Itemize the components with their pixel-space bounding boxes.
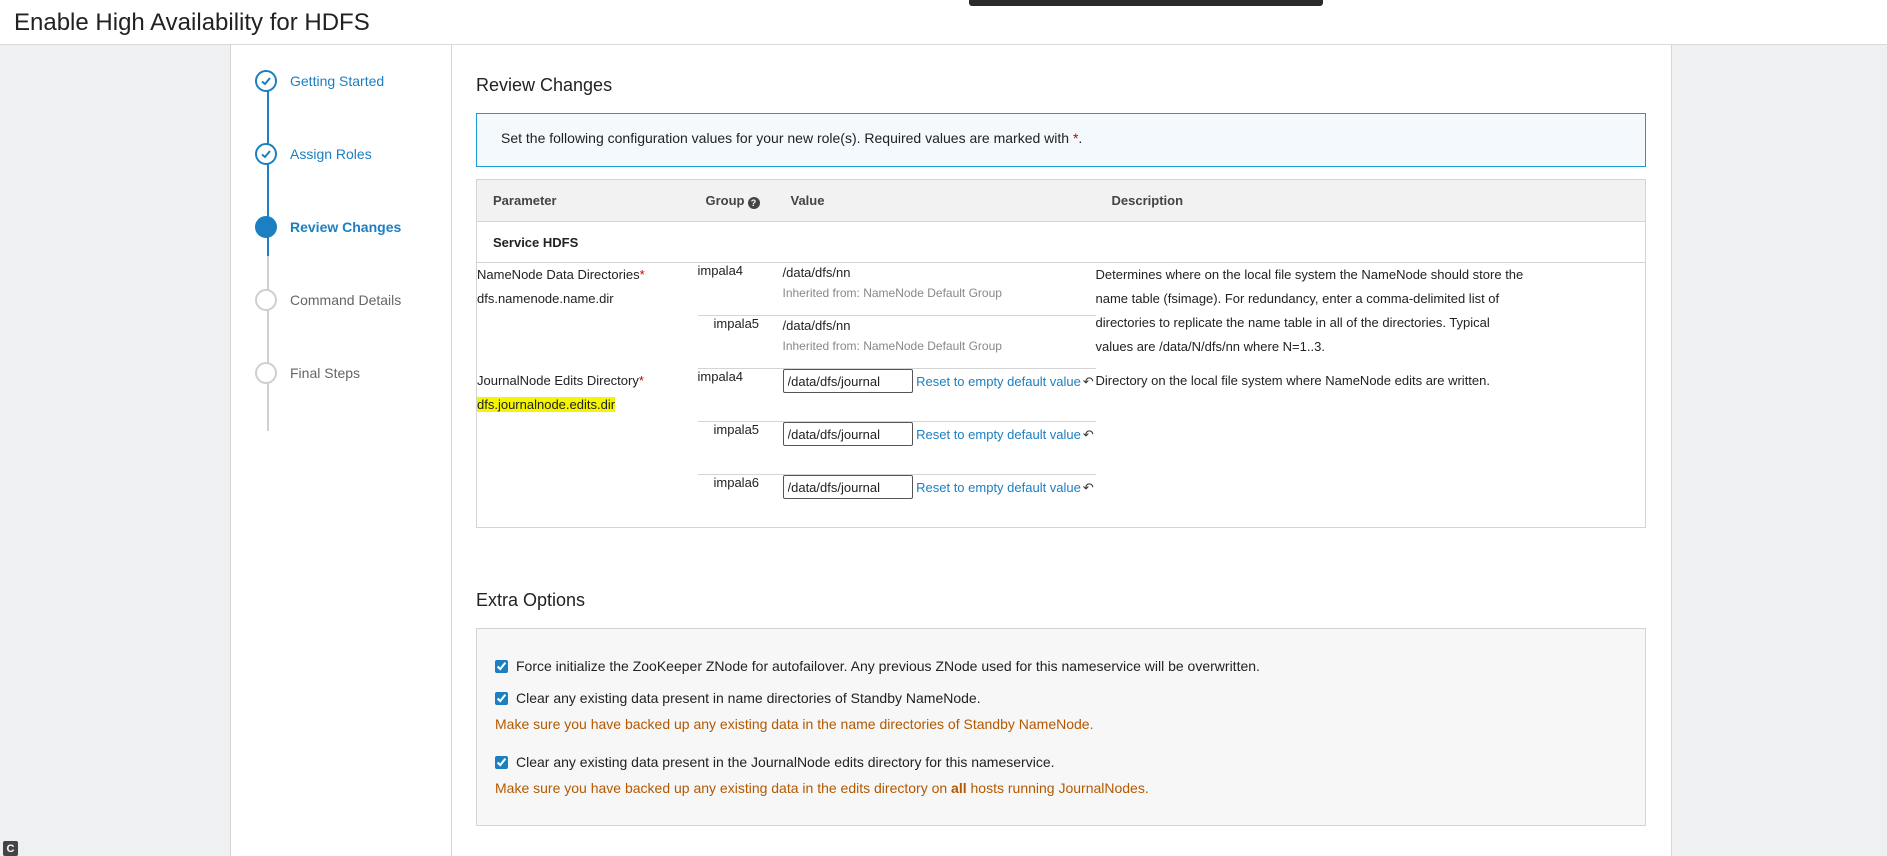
undo-icon: ↶ — [1082, 373, 1094, 389]
service-label: Service HDFS — [476, 221, 1646, 263]
param-key: dfs.namenode.name.dir — [477, 291, 614, 306]
table-header-row: Parameter Group? Value Description — [476, 179, 1646, 222]
wizard-panel: Getting Started Assign Roles Review Chan… — [230, 45, 1672, 856]
group-cell: impala6 — [697, 474, 783, 528]
undo-icon: ↶ — [1082, 426, 1094, 442]
main-content: Review Changes Set the following configu… — [476, 45, 1646, 856]
col-header-parameter: Parameter — [476, 179, 698, 222]
table-row: JournalNode Edits Directory* dfs.journal… — [477, 369, 1646, 422]
reset-default-link[interactable]: Reset to empty default value ↶ — [916, 372, 1094, 392]
option-label: Clear any existing data present in the J… — [516, 754, 1055, 770]
warning-text: Make sure you have backed up any existin… — [495, 780, 1149, 796]
value-cell: /data/dfs/nn Inherited from: NameNode De… — [782, 315, 1096, 369]
journal-dir-input[interactable] — [782, 475, 913, 499]
step-nav: Getting Started Assign Roles Review Chan… — [231, 45, 452, 856]
description-cell: Directory on the local file system where… — [1096, 369, 1646, 528]
value-cell: /data/dfs/nn Inherited from: NameNode De… — [783, 263, 1096, 316]
step-review-changes[interactable]: Review Changes — [255, 214, 445, 240]
info-text: Set the following configuration values f… — [501, 130, 1073, 146]
step-label: Command Details — [290, 292, 402, 308]
extra-options-heading: Extra Options — [476, 590, 586, 610]
group-cell: impala5 — [697, 315, 783, 369]
active-step-icon — [255, 216, 277, 238]
inherited-text: Inherited from: NameNode Default Group — [782, 286, 1002, 300]
step-label: Review Changes — [290, 219, 402, 235]
value-text: /data/dfs/nn — [782, 265, 851, 280]
warning-text: Make sure you have backed up any existin… — [495, 716, 1094, 732]
step-label: Final Steps — [290, 365, 361, 381]
step-label: Assign Roles — [290, 146, 372, 162]
value-cell: Reset to empty default value↶ — [782, 474, 1096, 528]
description-text: Determines where on the local file syste… — [1095, 267, 1524, 354]
required-star: * — [639, 267, 645, 282]
value-cell: Reset to empty default value↶ — [782, 421, 1096, 475]
param-key: dfs.journalnode.edits.dir — [477, 396, 616, 412]
review-heading: Review Changes — [476, 75, 613, 95]
step-getting-started[interactable]: Getting Started — [255, 68, 445, 94]
check-icon — [255, 143, 277, 165]
clear-journal-checkbox[interactable] — [495, 755, 508, 769]
option-clear-namenode[interactable]: Clear any existing data present in name … — [495, 690, 981, 706]
help-icon[interactable]: ? — [747, 196, 760, 209]
reset-default-link[interactable]: Reset to empty default value ↶ — [916, 425, 1094, 445]
service-row: Service HDFS — [476, 221, 1646, 263]
group-cell: impala4 — [697, 263, 744, 278]
journal-dir-input[interactable] — [782, 422, 913, 446]
step-final-steps: Final Steps — [255, 360, 445, 386]
check-icon — [255, 70, 277, 92]
option-label: Clear any existing data present in name … — [516, 690, 981, 706]
param-journalnode: JournalNode Edits Directory* dfs.journal… — [477, 369, 698, 528]
value-text: /data/dfs/nn — [782, 318, 851, 333]
step-command-details: Command Details — [255, 287, 445, 313]
extra-options-box: Force initialize the ZooKeeper ZNode for… — [476, 628, 1646, 826]
option-clear-journal[interactable]: Clear any existing data present in the J… — [495, 754, 1055, 770]
corner-badge[interactable]: C — [3, 841, 18, 856]
inherited-text: Inherited from: NameNode Default Group — [782, 339, 1002, 353]
clear-namenode-checkbox[interactable] — [495, 691, 508, 705]
option-force-init[interactable]: Force initialize the ZooKeeper ZNode for… — [495, 658, 1260, 674]
param-name: NameNode Data Directories — [477, 267, 640, 282]
top-bar: Enable High Availability for HDFS — [0, 0, 1887, 45]
col-header-value: Value — [782, 179, 1096, 222]
value-cell: Reset to empty default value↶ — [782, 369, 1096, 422]
col-header-description: Description — [1095, 179, 1646, 222]
undo-icon: ↶ — [1082, 479, 1094, 495]
page-title: Enable High Availability for HDFS — [14, 9, 370, 36]
force-init-checkbox[interactable] — [495, 659, 508, 673]
description-cell: Determines where on the local file syste… — [1096, 263, 1646, 369]
col-header-group: Group? — [697, 179, 783, 222]
step-label: Getting Started — [290, 73, 385, 89]
table-row: NameNode Data Directories* dfs.namenode.… — [477, 263, 1646, 354]
top-overlay-tab — [969, 0, 1323, 6]
group-cell: impala5 — [697, 421, 783, 475]
parameter-table: Parameter Group? Value Description Servi… — [476, 179, 1646, 528]
required-star: * — [638, 372, 644, 388]
group-cell: impala4 — [697, 369, 744, 384]
journal-dir-input[interactable] — [782, 369, 913, 393]
pending-step-icon — [255, 289, 277, 311]
reset-default-link[interactable]: Reset to empty default value ↶ — [916, 478, 1094, 498]
option-label: Force initialize the ZooKeeper ZNode for… — [516, 658, 1260, 674]
pending-step-icon — [255, 362, 277, 384]
step-assign-roles[interactable]: Assign Roles — [255, 141, 445, 167]
warning-bold: all — [951, 780, 967, 796]
description-text: Directory on the local file system where… — [1095, 372, 1491, 388]
info-end: . — [1078, 130, 1083, 146]
param-namenode: NameNode Data Directories* dfs.namenode.… — [477, 263, 698, 369]
param-name: JournalNode Edits Directory — [477, 372, 639, 388]
info-box: Set the following configuration values f… — [476, 113, 1646, 167]
